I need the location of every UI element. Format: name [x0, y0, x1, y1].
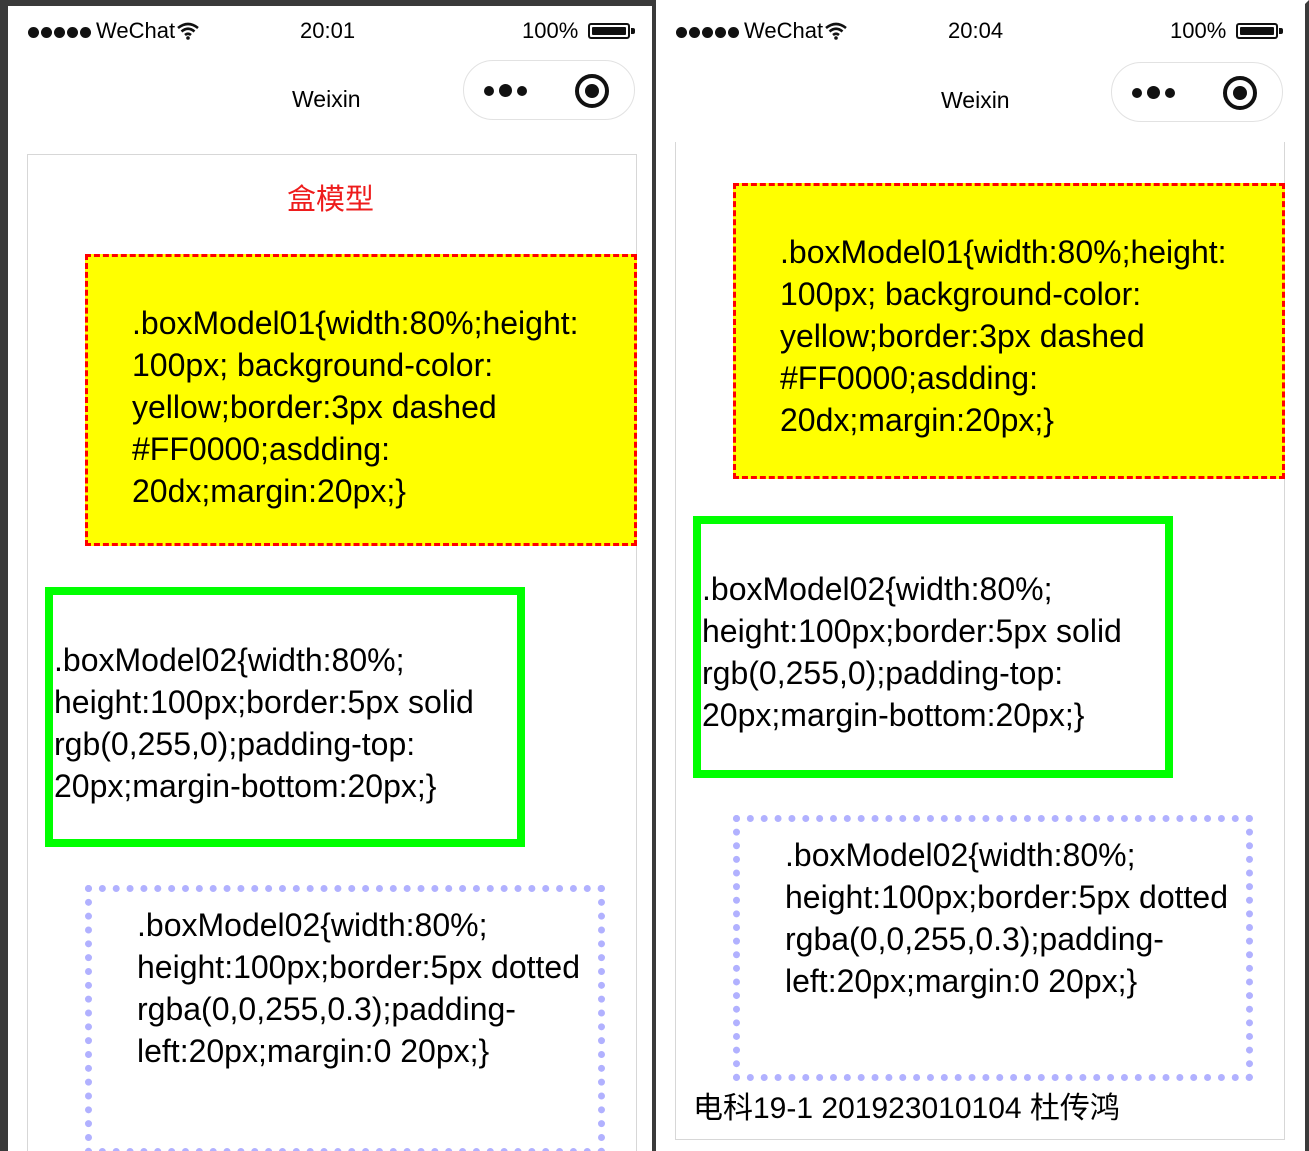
- close-icon[interactable]: [1223, 76, 1257, 110]
- carrier: WeChat: [28, 18, 199, 44]
- box-model-02-solid-text: .boxModel02{width:80%; height:100px;bord…: [54, 642, 474, 804]
- box-model-02-solid: .boxModel02{width:80%; height:100px;bord…: [693, 516, 1173, 778]
- status-time: 20:01: [300, 18, 356, 43]
- carrier-name: WeChat: [96, 18, 176, 43]
- nav-title: Weixin: [292, 86, 361, 112]
- battery-percent: 100%: [1170, 18, 1227, 43]
- capsule-menu: [463, 60, 635, 120]
- box-model-02-dotted-text: .boxModel02{width:80%; height:100px;bord…: [785, 837, 1228, 999]
- status-time: 20:04: [948, 18, 1004, 43]
- capsule-menu: [1111, 62, 1283, 122]
- box-model-02-solid: .boxModel02{width:80%; height:100px;bord…: [45, 587, 525, 847]
- signal-dots-icon: [676, 18, 741, 44]
- close-icon[interactable]: [575, 74, 609, 108]
- box-model-01-text: .boxModel01{width:80%;height: 100px; bac…: [780, 234, 1227, 438]
- signal-dots-icon: [28, 18, 93, 44]
- battery-icon: [588, 23, 636, 39]
- phone-screen-right: WeChat 20:04 100% Weixin .boxModel01{wid…: [656, 0, 1309, 1151]
- box-model-02-dotted: .boxModel02{width:80%; height:100px;bord…: [85, 885, 605, 1151]
- box-model-02-dotted: .boxModel02{width:80%; height:100px;bord…: [733, 815, 1253, 1081]
- status-bar: WeChat 20:04 100%: [656, 4, 1305, 60]
- more-icon[interactable]: [1132, 86, 1175, 99]
- box-model-01: .boxModel01{width:80%;height: 100px; bac…: [85, 254, 637, 546]
- battery: 100%: [1170, 18, 1284, 44]
- box-model-01: .boxModel01{width:80%;height: 100px; bac…: [733, 183, 1285, 479]
- carrier-name: WeChat: [744, 18, 824, 43]
- nav-title: Weixin: [941, 87, 1010, 113]
- box-model-02-solid-text: .boxModel02{width:80%; height:100px;bord…: [702, 571, 1122, 733]
- footer-student-info: 电科19-1 201923010104 杜传鸿: [693, 1092, 1120, 1125]
- battery: 100%: [522, 18, 636, 44]
- box-model-02-dotted-text: .boxModel02{width:80%; height:100px;bord…: [137, 907, 580, 1069]
- battery-percent: 100%: [522, 18, 579, 43]
- more-icon[interactable]: [484, 84, 527, 97]
- carrier: WeChat: [676, 18, 847, 44]
- phone-screen-left: WeChat 20:01 100% Weixin 盒模型 .boxModel01…: [0, 0, 656, 1151]
- box-model-01-text: .boxModel01{width:80%;height: 100px; bac…: [132, 305, 579, 509]
- wifi-icon: [825, 22, 847, 40]
- battery-icon: [1236, 23, 1284, 39]
- status-bar: WeChat 20:01 100%: [8, 6, 652, 62]
- page-heading: 盒模型: [287, 184, 375, 216]
- wifi-icon: [177, 22, 199, 40]
